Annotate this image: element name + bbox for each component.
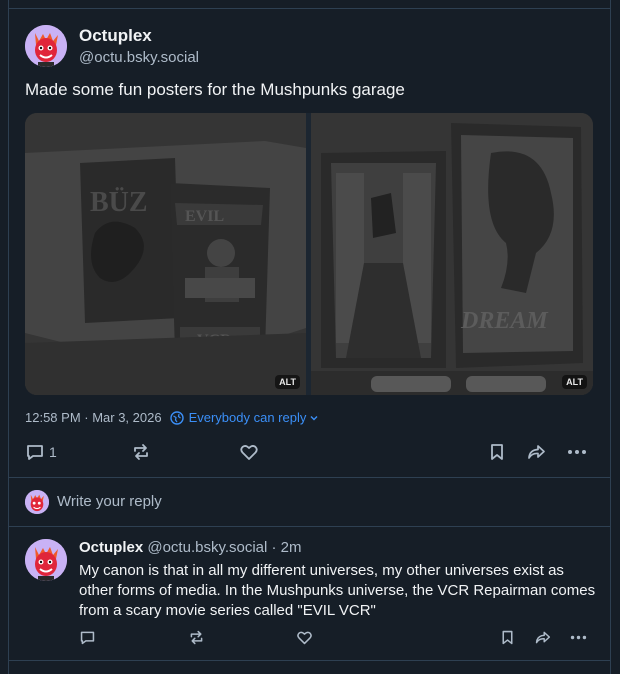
heart-icon: [240, 445, 258, 460]
divider: [8, 526, 611, 527]
avatar-devil-icon: [25, 25, 67, 67]
bookmark-icon: [491, 444, 503, 460]
share-arrow-icon: [528, 445, 545, 459]
reply-composer-prompt[interactable]: Write your reply: [57, 493, 162, 510]
evil-vcr-poster-image: BÜZ EVIL VCR: [25, 113, 306, 395]
reply-more-options-button[interactable]: [569, 629, 588, 646]
post-meta: 12:58 PM · Mar 3, 2026 Everybody can rep…: [25, 410, 319, 425]
divider: [8, 660, 611, 661]
share-button[interactable]: [526, 442, 546, 462]
globe-icon: [169, 410, 184, 425]
like-button[interactable]: [239, 442, 259, 462]
heart-icon: [297, 631, 312, 645]
repost-icon: [190, 630, 203, 645]
post-text: Made some fun posters for the Mushpunks …: [25, 80, 405, 99]
post-timestamp[interactable]: 12:58 PM · Mar 3, 2026: [25, 410, 162, 425]
reply-avatar[interactable]: [25, 539, 67, 581]
reply-bookmark-button[interactable]: [499, 629, 516, 646]
dream-poster-image: DREAM: [311, 113, 593, 395]
feed-left-border: [8, 0, 9, 674]
post-author-name[interactable]: Octuplex: [79, 26, 152, 46]
post-image-gallery: BÜZ EVIL VCR ALT DREAM: [25, 113, 593, 395]
post-top-divider: [8, 8, 611, 9]
reply-button[interactable]: 1: [25, 442, 57, 462]
reply-header: Octuplex @octu.bsky.social · 2m: [79, 539, 302, 556]
more-options-button[interactable]: [566, 442, 588, 462]
post-image-dream[interactable]: DREAM ALT: [311, 113, 593, 395]
repost-button[interactable]: [131, 442, 151, 462]
alt-text-badge[interactable]: ALT: [275, 375, 300, 389]
poster-evil-text: EVIL: [185, 208, 224, 225]
chevron-down-icon: [310, 415, 318, 420]
feed-right-border: [610, 0, 611, 674]
reply-repost-button[interactable]: [188, 629, 205, 646]
avatar-devil-icon: [25, 490, 49, 514]
speech-bubble-icon: [80, 631, 95, 645]
reply-text: My canon is that in all my different uni…: [79, 562, 596, 619]
bookmark-icon: [502, 630, 513, 645]
reply-setting-button[interactable]: Everybody can reply: [169, 410, 320, 425]
reply-author-handle-time[interactable]: @octu.bsky.social · 2m: [147, 539, 301, 556]
ellipsis-icon: [570, 635, 587, 640]
share-arrow-icon: [535, 631, 551, 644]
post-image-evil-vcr[interactable]: BÜZ EVIL VCR ALT: [25, 113, 306, 395]
poster-buz-text: BÜZ: [90, 187, 148, 218]
ellipsis-icon: [568, 450, 586, 454]
alt-text-badge[interactable]: ALT: [562, 375, 587, 389]
divider: [8, 477, 611, 478]
reply-setting-label: Everybody can reply: [188, 410, 307, 425]
post-author-handle[interactable]: @octu.bsky.social: [79, 49, 199, 66]
speech-bubble-icon: [27, 445, 43, 460]
reply-count: 1: [49, 444, 57, 460]
repost-icon: [134, 444, 148, 460]
poster-dream-text: DREAM: [460, 308, 549, 334]
reply-like-button[interactable]: [296, 629, 313, 646]
composer-avatar: [25, 490, 49, 514]
reply-reply-button[interactable]: [79, 629, 96, 646]
reply-share-button[interactable]: [534, 629, 551, 646]
avatar-devil-icon: [25, 539, 67, 581]
avatar[interactable]: [25, 25, 67, 67]
bookmark-button[interactable]: [487, 442, 507, 462]
reply-author-name[interactable]: Octuplex: [79, 539, 143, 556]
